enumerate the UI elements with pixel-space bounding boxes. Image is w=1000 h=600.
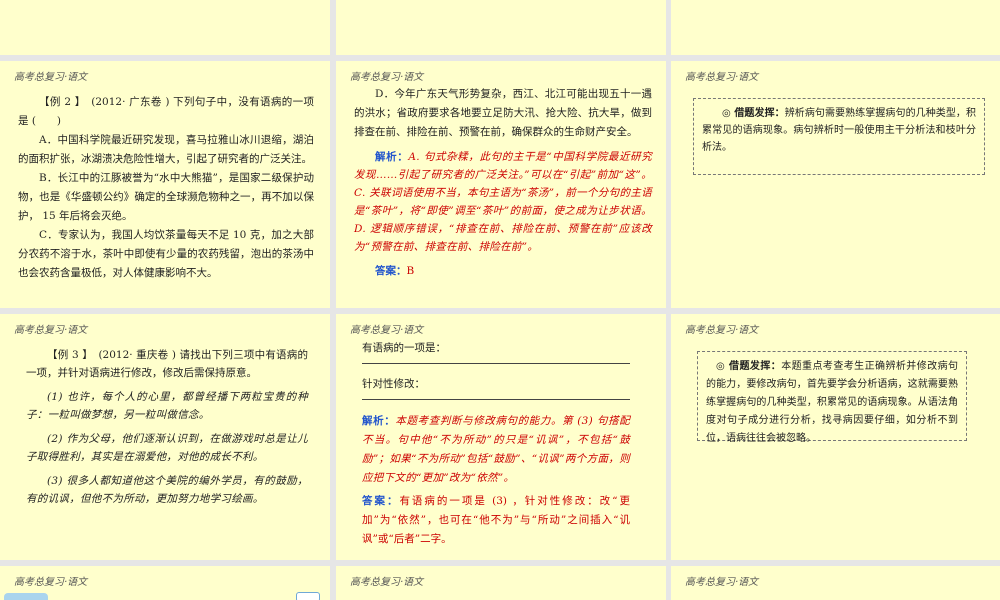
slide-header: 高考总复习·语文 <box>685 325 759 336</box>
slide-10: 高考总复习·语文 <box>0 566 330 600</box>
slide-6: 高考总复习·语文 ◎ 借题发挥：辨析病句需要熟练掌握病句的几种类型，积累常见的语… <box>671 61 1000 308</box>
slide-9: 高考总复习·语文 ◎ 借题发挥：本题重点考查考生正确辨析并修改病句的能力，要修改… <box>671 314 1000 560</box>
tip-text: 本题重点考查考生正确辨析并修改病句的能力，要修改病句，首先要学会分析语病，这就需… <box>706 361 958 444</box>
analysis-label: 解析： <box>362 415 396 427</box>
option-b: B．长江中的江豚被誉为“水中大熊猫”，是国家二级保护动物，也是《华盛顿公约》确定… <box>18 172 314 222</box>
tip-lead: ◎ 借题发挥： <box>722 108 785 119</box>
analysis-label: 解析： <box>375 151 409 163</box>
slide-header: 高考总复习·语文 <box>350 577 424 588</box>
slide-8: 高考总复习·语文 有语病的一项是： 针对性修改： 解析：本题考查判断与修改病句的… <box>336 314 666 560</box>
slide-4: 高考总复习·语文 【例 2 】 (2012· 广东卷 ) 下列句子中，没有语病的… <box>0 61 330 308</box>
slide-11: 高考总复习·语文 <box>336 566 666 600</box>
slide-header: 高考总复习·语文 <box>14 325 88 336</box>
slide-1 <box>0 0 330 55</box>
slide-5: 高考总复习·语文 D．今年广东天气形势复杂，西江、北江可能出现五十一遇的洪水；省… <box>336 61 666 308</box>
answer-label: 答案： <box>375 265 407 277</box>
slide-header: 高考总复习·语文 <box>685 577 759 588</box>
blank-question-1: 有语病的一项是： <box>362 342 446 354</box>
answer-blank-2[interactable] <box>362 393 630 400</box>
answer-text: B <box>406 265 415 277</box>
answer-text: 有语病的一项是 (3) ，针对性修改：改“更加”为“依然”，也可在“他不为”与“… <box>362 495 631 545</box>
slide-3 <box>671 0 1000 55</box>
slide-header: 高考总复习·语文 <box>350 72 424 83</box>
slide-header: 高考总复习·语文 <box>350 325 424 336</box>
tip-box: ◎ 借题发挥：辨析病句需要熟练掌握病句的几种类型，积累常见的语病现象。病句辨析时… <box>693 98 985 175</box>
sentence-2: (2) 作为父母，他们逐渐认识到，在做游戏时总是让儿子取得胜利，其实是在溺爱他，… <box>26 433 308 463</box>
slide-7: 高考总复习·语文 【例 3 】 (2012· 重庆卷 ) 请找出下列三项中有语病… <box>0 314 330 560</box>
slide-header: 高考总复习·语文 <box>685 72 759 83</box>
sentence-1: (1) 也许，每个人的心里，都曾经播下两粒宝贵的种子：一粒叫做梦想，另一粒叫做信… <box>26 391 308 421</box>
slide-12: 高考总复习·语文 <box>671 566 1000 600</box>
analysis-text: 本题考查判断与修改病句的能力。第 (3) 句搭配不当。句中他“不为所动”的只是“… <box>362 415 630 484</box>
answer-label: 答案： <box>362 495 400 507</box>
slide-header: 高考总复习·语文 <box>14 577 88 588</box>
sentence-3: (3) 很多人都知道他这个美院的编外学员，有的鼓励，有的讥讽，但他不为所动，更加… <box>26 475 308 505</box>
analysis-text: A. 句式杂糅，此句的主干是“中国科学院最近研究发现……引起了研究者的广泛关注。… <box>354 151 652 253</box>
button-shape <box>4 593 48 600</box>
option-a: A．中国科学院最近研究发现，喜马拉雅山冰川退缩，湖泊的面积扩张，冰湖溃决危险性增… <box>18 134 314 165</box>
answer-blank-1[interactable] <box>362 357 630 364</box>
slide-2 <box>336 0 666 55</box>
option-c: C．专家认为，我国人均饮茶量每天不足 10 克，加之大部分农药不溶于水，茶叶中即… <box>18 229 314 279</box>
slide-header: 高考总复习·语文 <box>14 72 88 83</box>
question-head: 【例 2 】 (2012· 广东卷 ) 下列句子中，没有语病的一项是 ( ) <box>18 96 314 127</box>
tip-lead: ◎ 借题发挥： <box>716 361 782 372</box>
question-head: 【例 3 】 (2012· 重庆卷 ) 请找出下列三项中有语病的一项，并针对语病… <box>26 349 308 379</box>
blank-question-2: 针对性修改： <box>362 378 425 390</box>
tip-box: ◎ 借题发挥：本题重点考查考生正确辨析并修改病句的能力，要修改病句，首先要学会分… <box>697 351 967 444</box>
option-d: D．今年广东天气形势复杂，西江、北江可能出现五十一遇的洪水；省政府要求各地要立足… <box>354 88 652 138</box>
corner-shape <box>296 592 320 600</box>
